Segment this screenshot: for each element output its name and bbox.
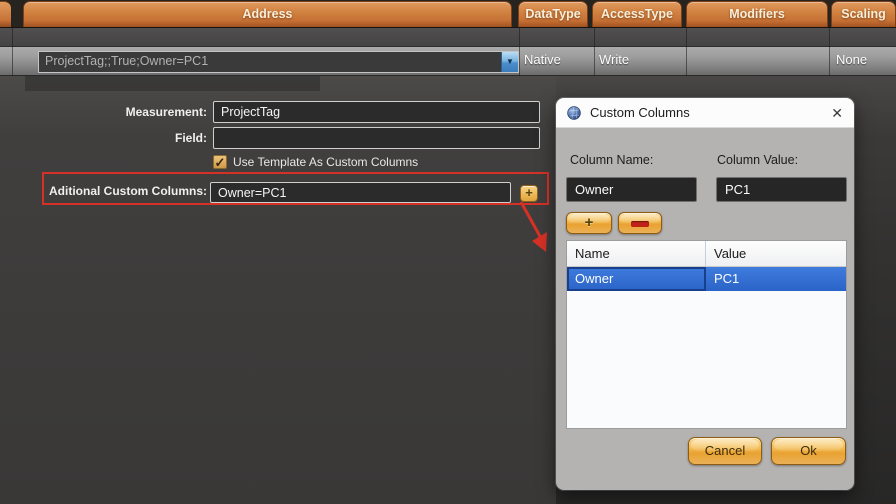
add-row-button[interactable]: + [566, 212, 612, 234]
cell-datatype[interactable]: Native [524, 52, 561, 67]
measurement-label: Measurement: [40, 105, 207, 119]
cancel-button[interactable]: Cancel [688, 437, 762, 465]
cell-accesstype[interactable]: Write [599, 52, 629, 67]
table-cell-name[interactable]: Owner [567, 267, 706, 291]
address-combobox[interactable]: ProjectTag;;True;Owner=PC1 ▼ [38, 51, 519, 73]
app-icon [567, 106, 581, 120]
use-template-checkbox[interactable]: ✓ [213, 155, 227, 169]
column-name-input[interactable] [566, 177, 697, 202]
address-combobox-value: ProjectTag;;True;Owner=PC1 [45, 54, 208, 68]
grid-gridline [519, 28, 520, 76]
close-icon[interactable]: ✕ [831, 106, 843, 120]
additional-columns-label: Aditional Custom Columns: [40, 184, 207, 198]
column-header-accesstype[interactable]: AccessType [592, 1, 682, 28]
grid-gridline [829, 28, 830, 76]
cancel-button-label: Cancel [705, 443, 745, 458]
ok-button-label: Ok [800, 443, 817, 458]
grid-header-row: Address DataType AccessType Modifiers Sc… [0, 0, 896, 28]
editor-panel: Measurement: Field: ✓ Use Template As Cu… [0, 76, 896, 504]
column-header-datatype[interactable]: DataType [518, 1, 588, 28]
dialog-title: Custom Columns [590, 105, 690, 120]
custom-columns-dialog: Custom Columns ✕ Column Name: Column Val… [556, 98, 854, 490]
table-header-name[interactable]: Name [567, 241, 706, 266]
field-input[interactable] [213, 127, 540, 149]
column-name-label: Column Name: [570, 153, 653, 167]
grid-gridline [686, 28, 687, 76]
panel-shadow [25, 76, 320, 91]
column-header-scaling[interactable]: Scaling [831, 1, 896, 28]
measurement-input[interactable] [213, 101, 540, 123]
custom-columns-table: Name Value Owner PC1 [566, 240, 847, 429]
plus-icon: + [585, 214, 594, 231]
grid-gridline [594, 28, 595, 76]
dropdown-arrow-icon[interactable]: ▼ [501, 52, 518, 72]
dialog-titlebar[interactable]: Custom Columns ✕ [556, 98, 854, 128]
grid-gridline [12, 28, 13, 76]
column-value-label: Column Value: [717, 153, 798, 167]
column-value-input[interactable] [716, 177, 847, 202]
grid-row-empty [0, 28, 896, 47]
annotation-arrow [510, 198, 556, 256]
ok-button[interactable]: Ok [771, 437, 846, 465]
cell-scaling[interactable]: None [836, 52, 867, 67]
additional-columns-input[interactable] [210, 182, 511, 203]
column-header-modifiers[interactable]: Modifiers [686, 1, 828, 28]
table-header-row: Name Value [567, 241, 846, 267]
application-window: Address DataType AccessType Modifiers Sc… [0, 0, 896, 504]
row-selector-header [0, 1, 11, 28]
column-header-address[interactable]: Address [23, 1, 512, 28]
table-header-value[interactable]: Value [706, 241, 746, 266]
use-template-label: Use Template As Custom Columns [233, 155, 418, 169]
remove-row-button[interactable] [618, 212, 662, 234]
table-row[interactable]: Owner PC1 [567, 267, 846, 291]
table-cell-value[interactable]: PC1 [706, 267, 739, 291]
checkmark-icon: ✓ [215, 155, 226, 170]
minus-icon [631, 221, 649, 227]
field-label: Field: [40, 131, 207, 145]
